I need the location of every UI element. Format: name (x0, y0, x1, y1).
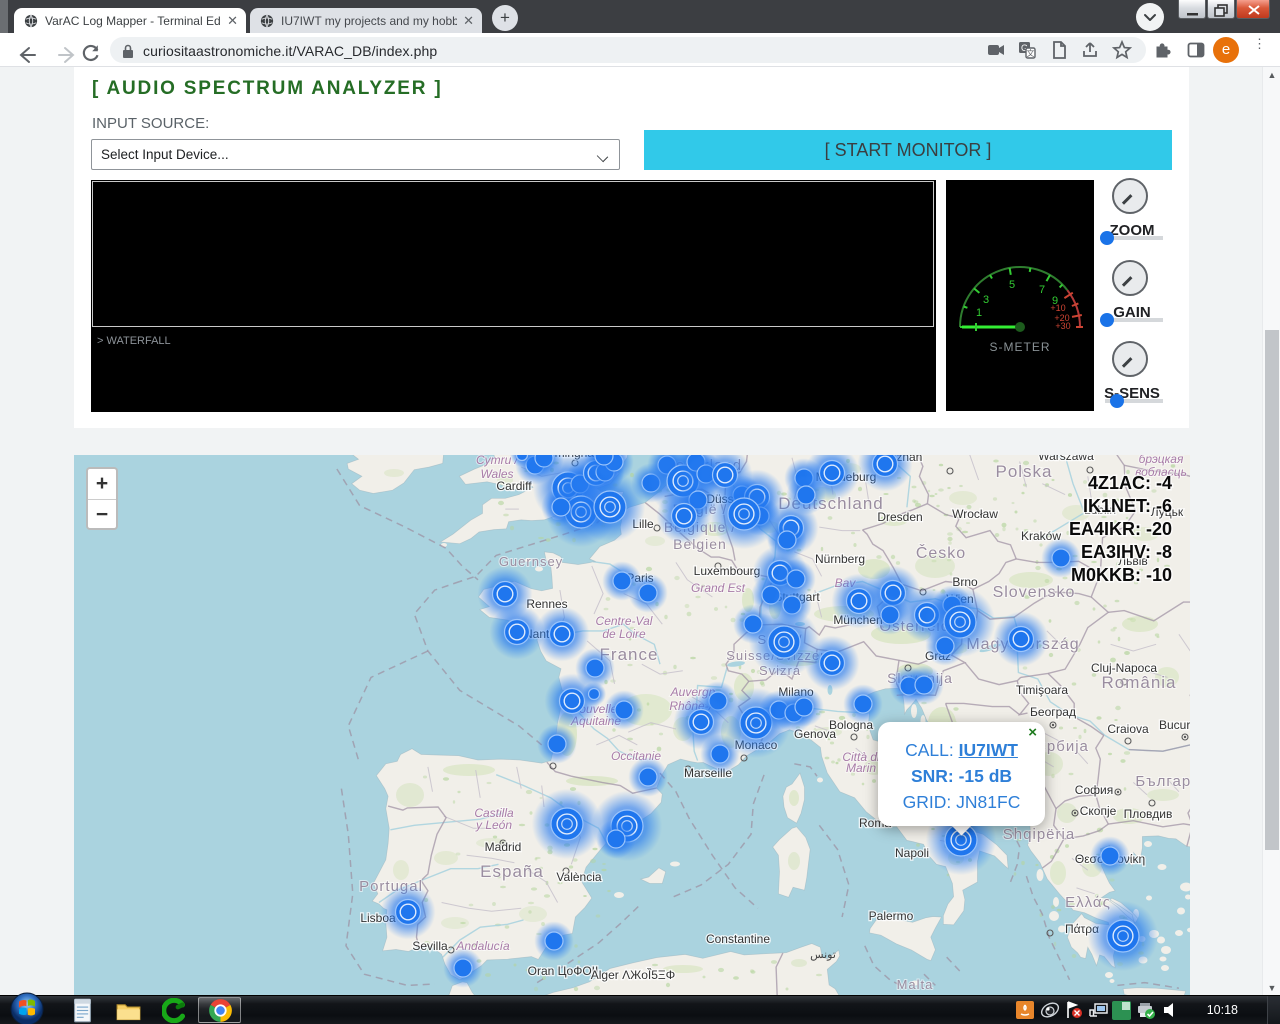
svg-text:EA4IKR: -20: EA4IKR: -20 (1069, 519, 1172, 539)
svg-text:تونس: تونس (810, 949, 836, 961)
svg-text:Скопје: Скопје (1080, 804, 1117, 818)
svg-text:Alger ΛЖoȈ5ΞΦ: Alger ΛЖoȈ5ΞΦ (591, 967, 676, 982)
svg-text:Slovensko: Slovensko (993, 584, 1076, 601)
svg-text:Centre-Val: Centre-Val (596, 614, 653, 628)
svg-text:7: 7 (1039, 284, 1045, 296)
svg-text:+30: +30 (1055, 321, 1070, 331)
svg-text:Craiova: Craiova (1107, 722, 1149, 736)
svg-text:Napoli: Napoli (895, 846, 929, 860)
svg-text:Oran ЦoФOІI: Oran ЦoФOІI (528, 964, 599, 978)
svg-text:Timişoara: Timişoara (1016, 683, 1069, 697)
svg-text:Београд: Београд (1030, 705, 1076, 719)
svg-text:Shqipëria: Shqipëria (1003, 826, 1075, 843)
svg-text:Warszawa: Warszawa (1038, 455, 1094, 463)
svg-text:文: 文 (1027, 48, 1035, 58)
svg-text:Wrocław: Wrocław (952, 507, 998, 521)
svg-text:1: 1 (976, 307, 982, 319)
svg-text:Polska: Polska (995, 462, 1052, 481)
svg-text:València: València (556, 870, 601, 884)
svg-text:Bucure: Bucure (1159, 718, 1190, 732)
svg-text:IK1NET: -6: IK1NET: -6 (1083, 496, 1172, 516)
svg-text:Dresden: Dresden (877, 510, 922, 524)
svg-text:Malta: Malta (897, 977, 934, 992)
svg-text:Sevilla: Sevilla (412, 939, 448, 953)
svg-text:Grand Est: Grand Est (691, 581, 746, 595)
svg-text:Luxembourg: Luxembourg (694, 564, 761, 578)
svg-text:Пловдив: Пловдив (1124, 807, 1173, 821)
svg-text:España: España (480, 862, 544, 881)
svg-text:y León: y León (475, 818, 512, 832)
svg-text:Madrid: Madrid (485, 840, 522, 854)
svg-text:Marin: Marin (846, 761, 876, 775)
svg-text:Česko: Česko (916, 543, 966, 562)
svg-text:4Z1AC: -4: 4Z1AC: -4 (1088, 473, 1172, 493)
svg-text:de Loire: de Loire (602, 627, 646, 641)
svg-text:Constantine: Constantine (706, 932, 770, 946)
svg-text:3: 3 (983, 294, 989, 306)
svg-text:M0KKB: -10: M0KKB: -10 (1071, 565, 1172, 585)
svg-text:România: România (1101, 673, 1176, 692)
svg-text:+10: +10 (1050, 303, 1065, 313)
svg-text:Nürnberg: Nürnberg (815, 552, 865, 566)
svg-text:5: 5 (1009, 279, 1015, 291)
svg-text:Българи: Българи (1135, 773, 1190, 790)
svg-text:EA3IHV: -8: EA3IHV: -8 (1081, 542, 1172, 562)
svg-text:Wales: Wales (480, 467, 513, 481)
svg-text:Cluj-Napoca: Cluj-Napoca (1091, 661, 1157, 675)
svg-text:Palermo: Palermo (869, 909, 914, 923)
svg-text:София: София (1075, 783, 1113, 797)
